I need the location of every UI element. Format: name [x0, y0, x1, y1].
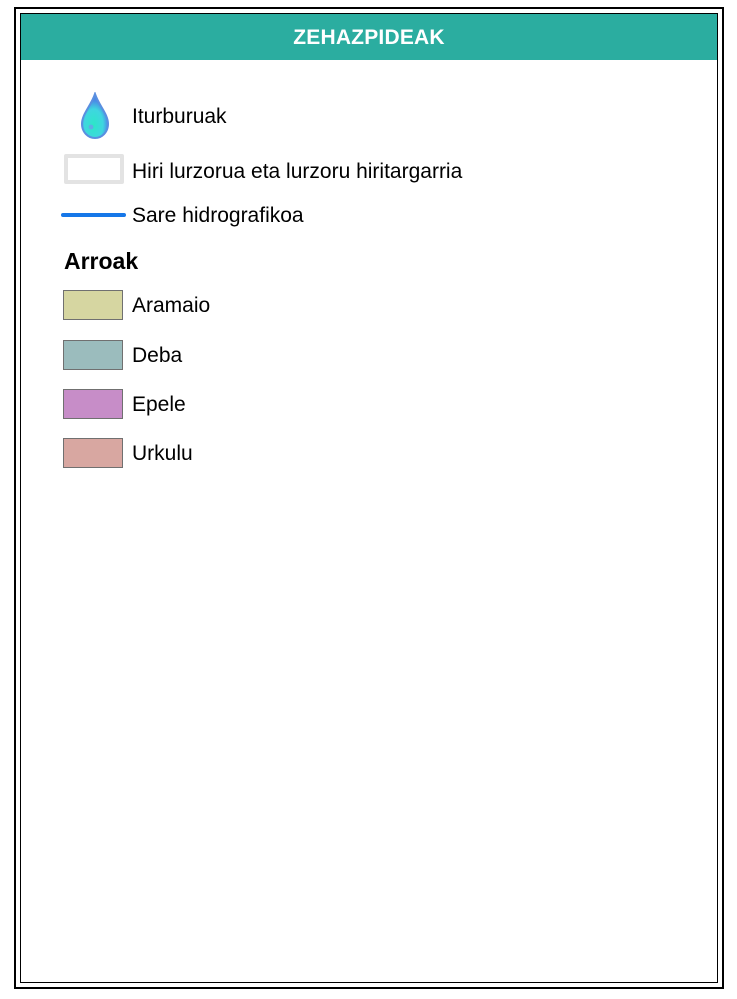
- legend-header: ZEHAZPIDEAK: [21, 14, 717, 60]
- urban-land-swatch: [64, 154, 124, 184]
- basin-label-deba: Deba: [132, 344, 183, 367]
- basin-label-epele: Epele: [132, 393, 186, 416]
- basin-swatch-deba: [63, 340, 123, 370]
- basin-swatch-aramaio: [63, 290, 123, 320]
- basin-label-urkulu: Urkulu: [132, 442, 193, 465]
- springs-label: Iturburuak: [132, 105, 227, 128]
- basin-swatch-epele: [63, 389, 123, 419]
- hydro-network-line-icon: [61, 213, 126, 217]
- urban-land-label: Hiri lurzorua eta lurzoru hiritargarria: [132, 160, 463, 183]
- basins-section-title: Arroak: [64, 248, 139, 274]
- basin-swatch-urkulu: [63, 438, 123, 468]
- hydro-network-label: Sare hidrografikoa: [132, 204, 304, 227]
- water-drop-icon: [80, 92, 110, 140]
- legend-panel: ZEHAZPIDEAK Iturburuak Hiri lurzorua eta…: [20, 13, 718, 983]
- basin-label-aramaio: Aramaio: [132, 294, 211, 317]
